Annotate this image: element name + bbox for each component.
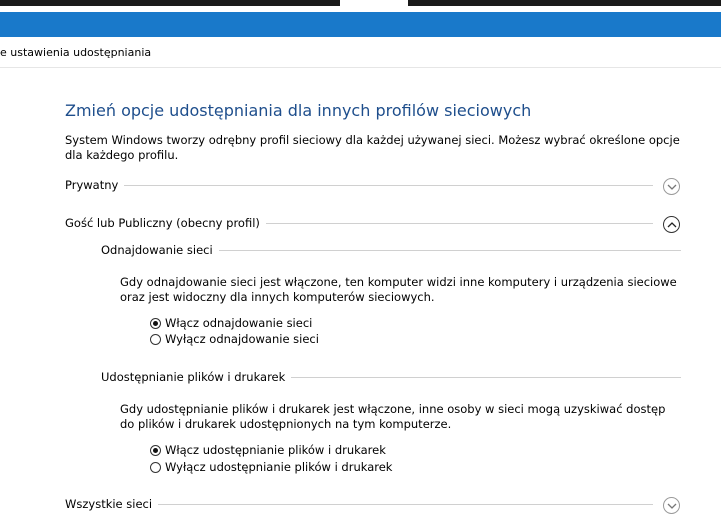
profile-all-label: Wszystkie sieci xyxy=(65,497,159,511)
profile-private-header[interactable]: Prywatny xyxy=(65,175,665,195)
expand-private-button[interactable] xyxy=(663,178,680,195)
divider xyxy=(65,185,653,186)
network-discovery-description: Gdy odnajdowanie sieci jest włączone, te… xyxy=(120,275,677,304)
profile-private-label: Prywatny xyxy=(65,178,125,192)
file-sharing-header: Udostępnianie plików i drukarek xyxy=(101,367,681,387)
chevron-down-icon xyxy=(667,184,677,190)
collapse-guest-button[interactable] xyxy=(663,216,680,233)
address-bar[interactable]: e ustawienia udostępniania xyxy=(0,37,721,68)
profile-all-header[interactable]: Wszystkie sieci xyxy=(65,494,665,514)
radio-unselected-icon xyxy=(150,334,161,345)
profile-guest-label: Gość lub Publiczny (obecny profil) xyxy=(65,216,266,230)
top-window-edge xyxy=(0,0,721,12)
radio-selected-icon xyxy=(150,445,161,456)
file-sharing-description: Gdy udostępnianie plików i drukarek jest… xyxy=(120,402,666,431)
file-sharing-label: Udostępnianie plików i drukarek xyxy=(101,370,292,384)
chevron-down-icon xyxy=(667,503,677,509)
title-bar xyxy=(0,12,721,37)
radio-label: Włącz udostępnianie plików i drukarek xyxy=(165,443,386,457)
breadcrumb[interactable]: e ustawienia udostępniania xyxy=(0,46,151,59)
radio-label: Wyłącz odnajdowanie sieci xyxy=(165,332,319,346)
radio-unselected-icon xyxy=(150,462,161,473)
expand-all-networks-button[interactable] xyxy=(663,497,680,514)
radio-label: Wyłącz udostępnianie plików i drukarek xyxy=(165,460,393,474)
chevron-up-icon xyxy=(667,222,677,228)
window-edge-fragment xyxy=(0,0,340,6)
profile-guest-header[interactable]: Gość lub Publiczny (obecny profil) xyxy=(65,213,665,233)
window-edge-fragment xyxy=(408,0,721,6)
network-discovery-header: Odnajdowanie sieci xyxy=(101,240,681,260)
page-title: Zmień opcje udostępniania dla innych pro… xyxy=(65,101,532,120)
page-description: System Windows tworzy odrębny profil sie… xyxy=(65,133,680,162)
network-discovery-label: Odnajdowanie sieci xyxy=(101,243,219,257)
radio-selected-icon xyxy=(150,318,161,329)
radio-label: Włącz odnajdowanie sieci xyxy=(165,316,313,330)
